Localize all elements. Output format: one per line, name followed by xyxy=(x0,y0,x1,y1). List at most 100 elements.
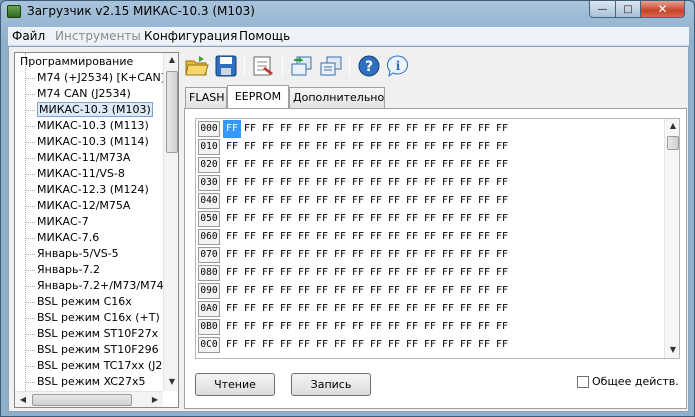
hex-byte-cell[interactable]: FF xyxy=(223,228,241,246)
hex-byte-cell[interactable]: FF xyxy=(403,336,421,354)
hex-byte-cell[interactable]: FF xyxy=(457,264,475,282)
hex-byte-cell[interactable]: FF xyxy=(421,120,439,138)
hex-byte-cell[interactable]: FF xyxy=(493,210,511,228)
hex-byte-cell[interactable]: FF xyxy=(439,120,457,138)
hex-byte-cell[interactable]: FF xyxy=(439,318,457,336)
hex-byte-cell[interactable]: FF xyxy=(421,300,439,318)
hex-byte-cell[interactable]: FF xyxy=(277,336,295,354)
hex-byte-cell[interactable]: FF xyxy=(421,174,439,192)
tree-item[interactable]: МИКАС-11/VS-8 xyxy=(26,166,125,181)
hex-byte-cell[interactable]: FF xyxy=(277,210,295,228)
hex-byte-cell[interactable]: FF xyxy=(493,246,511,264)
hex-byte-cell[interactable]: FF xyxy=(421,156,439,174)
tree-hscroll-thumb[interactable] xyxy=(32,394,132,406)
hex-byte-cell[interactable]: FF xyxy=(385,228,403,246)
hex-byte-cell[interactable]: FF xyxy=(367,210,385,228)
tree-item[interactable]: BSL режим XC27x5 xyxy=(26,374,146,389)
scroll-right-arrow-icon[interactable]: ▶ xyxy=(147,395,163,404)
scroll-down-arrow-icon[interactable]: ▼ xyxy=(665,345,679,354)
hex-byte-cell[interactable]: FF xyxy=(403,174,421,192)
hex-byte-cell[interactable]: FF xyxy=(367,174,385,192)
hex-byte-cell[interactable]: FF xyxy=(277,300,295,318)
scroll-left-arrow-icon[interactable]: ◀ xyxy=(15,395,31,404)
hex-byte-cell[interactable]: FF xyxy=(331,120,349,138)
hex-byte-cell[interactable]: FF xyxy=(367,138,385,156)
hex-byte-cell[interactable]: FF xyxy=(349,336,367,354)
hex-byte-cell[interactable]: FF xyxy=(295,318,313,336)
hex-byte-cell[interactable]: FF xyxy=(241,300,259,318)
hex-byte-cell[interactable]: FF xyxy=(475,318,493,336)
tree-item[interactable]: BSL режим C16x xyxy=(26,294,132,309)
hex-byte-cell[interactable]: FF xyxy=(439,336,457,354)
hex-byte-cell[interactable]: FF xyxy=(259,228,277,246)
hex-byte-cell[interactable]: FF xyxy=(259,264,277,282)
tree-item[interactable]: МИКАС-10.3 (M103) xyxy=(26,102,153,117)
hex-byte-cell[interactable]: FF xyxy=(331,264,349,282)
hex-byte-cell[interactable]: FF xyxy=(439,282,457,300)
tab-eeprom[interactable]: EEPROM xyxy=(227,85,289,108)
hex-byte-cell[interactable]: FF xyxy=(223,156,241,174)
hex-byte-cell[interactable]: FF xyxy=(259,174,277,192)
hex-byte-cell[interactable]: FF xyxy=(277,138,295,156)
hex-byte-cell[interactable]: FF xyxy=(403,246,421,264)
close-button[interactable]: ✕ xyxy=(640,1,685,18)
hex-byte-cell[interactable]: FF xyxy=(295,138,313,156)
hex-byte-cell[interactable]: FF xyxy=(241,318,259,336)
hex-byte-cell[interactable]: FF xyxy=(277,264,295,282)
hex-byte-cell[interactable]: FF xyxy=(475,246,493,264)
hex-vscroll-thumb[interactable] xyxy=(667,136,679,150)
hex-byte-cell[interactable]: FF xyxy=(259,138,277,156)
tree-item[interactable]: M74 CAN (J2534) xyxy=(26,86,131,101)
tree-item[interactable]: BSL режим ST10F27x xyxy=(26,326,158,341)
hex-byte-cell[interactable]: FF xyxy=(259,192,277,210)
tree-item[interactable]: МИКАС-10.3 (M113) xyxy=(26,118,149,133)
info-icon[interactable]: i xyxy=(385,53,411,79)
hex-byte-cell[interactable]: FF xyxy=(475,156,493,174)
hex-byte-cell[interactable]: FF xyxy=(439,192,457,210)
hex-byte-cell[interactable]: FF xyxy=(295,174,313,192)
hex-byte-cell[interactable]: FF xyxy=(223,138,241,156)
hex-byte-cell[interactable]: FF xyxy=(295,156,313,174)
hex-byte-cell[interactable]: FF xyxy=(421,228,439,246)
hex-byte-cell[interactable]: FF xyxy=(277,246,295,264)
hex-byte-cell[interactable]: FF xyxy=(385,192,403,210)
hex-byte-cell[interactable]: FF xyxy=(457,336,475,354)
hex-byte-cell[interactable]: FF xyxy=(313,156,331,174)
hex-byte-cell[interactable]: FF xyxy=(223,282,241,300)
hex-byte-cell[interactable]: FF xyxy=(295,120,313,138)
hex-byte-cell[interactable]: FF xyxy=(241,228,259,246)
hex-byte-cell[interactable]: FF xyxy=(223,210,241,228)
tree-item[interactable]: Январь-7.2+/M73/M74K xyxy=(26,278,163,293)
hex-byte-cell[interactable]: FF xyxy=(349,156,367,174)
hex-byte-cell[interactable]: FF xyxy=(457,192,475,210)
menu-tools[interactable]: Инструменты xyxy=(55,29,141,43)
hex-byte-cell[interactable]: FF xyxy=(421,210,439,228)
help-icon[interactable]: ? xyxy=(356,53,382,79)
hex-byte-cell[interactable]: FF xyxy=(421,336,439,354)
hex-byte-cell[interactable]: FF xyxy=(223,336,241,354)
hex-editor[interactable]: 000 FF FF FF FF FF FF FF FF FF FF FF FF FF FF FF FF 010 FF… xyxy=(195,118,680,359)
ecu-tree[interactable]: Программирование M74 (+J2534) [K+CAN] M74… xyxy=(14,52,179,408)
hex-byte-cell[interactable]: FF xyxy=(457,228,475,246)
tab-additional[interactable]: Дополнительно xyxy=(289,87,385,108)
hex-byte-cell[interactable]: FF xyxy=(439,228,457,246)
hex-byte-cell[interactable]: FF xyxy=(367,246,385,264)
hex-byte-cell[interactable]: FF xyxy=(457,300,475,318)
scroll-up-arrow-icon[interactable]: ▲ xyxy=(164,55,178,64)
hex-byte-cell[interactable]: FF xyxy=(331,138,349,156)
hex-byte-cell[interactable]: FF xyxy=(241,246,259,264)
open-folder-icon[interactable] xyxy=(184,53,210,79)
hex-byte-cell[interactable]: FF xyxy=(367,318,385,336)
hex-byte-cell[interactable]: FF xyxy=(367,282,385,300)
hex-byte-cell[interactable]: FF xyxy=(313,138,331,156)
save-disk-icon[interactable] xyxy=(213,53,239,79)
tree-item[interactable]: МИКАС-11/M73A xyxy=(26,150,130,165)
hex-byte-cell[interactable]: FF xyxy=(385,282,403,300)
hex-byte-cell[interactable]: FF xyxy=(403,156,421,174)
hex-byte-cell[interactable]: FF xyxy=(457,282,475,300)
read-button[interactable]: Чтение xyxy=(195,373,275,396)
hex-byte-cell[interactable]: FF xyxy=(493,336,511,354)
hex-byte-cell[interactable]: FF xyxy=(367,228,385,246)
hex-byte-cell[interactable]: FF xyxy=(439,138,457,156)
scroll-down-arrow-icon[interactable]: ▼ xyxy=(164,377,178,386)
